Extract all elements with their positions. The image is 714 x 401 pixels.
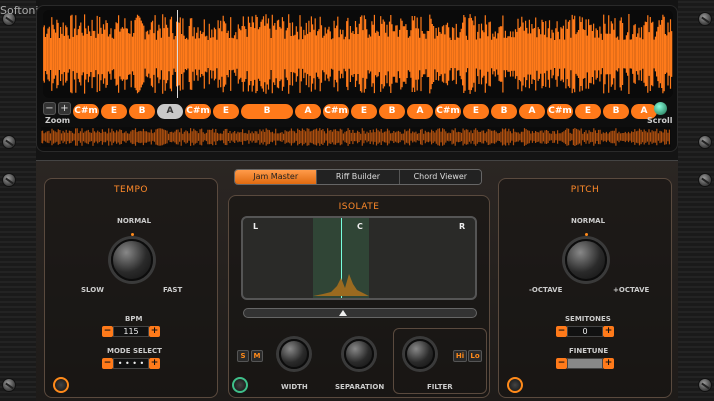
right-rack-rail bbox=[678, 0, 714, 401]
filter-label: FILTER bbox=[427, 383, 453, 391]
screw-icon bbox=[698, 12, 712, 26]
playhead[interactable] bbox=[177, 10, 178, 98]
bpm-value[interactable]: 115 bbox=[113, 326, 149, 337]
scroll-label: Scroll bbox=[647, 116, 673, 125]
chord-pill[interactable]: E bbox=[101, 104, 127, 119]
bpm-label: BPM bbox=[125, 315, 143, 323]
filter-knob[interactable] bbox=[405, 339, 435, 369]
chord-pill[interactable]: B bbox=[491, 104, 517, 119]
right-channel-label: R bbox=[459, 222, 466, 231]
width-knob[interactable] bbox=[279, 339, 309, 369]
filter-lo-button[interactable]: Lo bbox=[468, 350, 482, 362]
tempo-slow-label: SLOW bbox=[81, 286, 104, 294]
finetune-decrease-button[interactable]: − bbox=[556, 358, 567, 369]
chord-pill[interactable]: C#m bbox=[323, 104, 349, 119]
pan-slider-handle[interactable] bbox=[339, 310, 347, 316]
chord-pill[interactable]: A bbox=[519, 104, 545, 119]
finetune-label: FINETUNE bbox=[569, 347, 609, 355]
isolate-power-icon[interactable] bbox=[232, 377, 248, 393]
minus-octave-label: -OCTAVE bbox=[529, 286, 563, 294]
semitones-value[interactable]: 0 bbox=[567, 326, 603, 337]
mode-prev-button[interactable]: − bbox=[102, 358, 113, 369]
pitch-knob[interactable] bbox=[565, 239, 607, 281]
screw-icon bbox=[698, 378, 712, 392]
mode-select-stepper: − • • • • + bbox=[102, 358, 160, 369]
chord-pill[interactable]: B bbox=[603, 104, 629, 119]
screw-icon bbox=[2, 173, 16, 187]
tempo-fast-label: FAST bbox=[163, 286, 183, 294]
separation-label: SEPARATION bbox=[335, 383, 385, 391]
tempo-normal-label: NORMAL bbox=[117, 217, 152, 225]
tempo-title: TEMPO bbox=[114, 185, 148, 195]
bpm-decrease-button[interactable]: − bbox=[102, 326, 113, 337]
bpm-stepper: − 115 + bbox=[102, 326, 160, 337]
isolate-panel: ISOLATE L C R S M WIDTH SEPARATION FILTE… bbox=[228, 195, 490, 398]
chord-pill[interactable]: E bbox=[351, 104, 377, 119]
filter-hi-button[interactable]: Hi bbox=[453, 350, 467, 362]
pitch-title: PITCH bbox=[570, 185, 600, 195]
zoom-label: Zoom bbox=[45, 116, 71, 125]
waveform-panel: − + Zoom C#m E B A C#m E B A C#m E B A C#m E B A C#m E B A … bbox=[36, 5, 678, 152]
scroll-button[interactable] bbox=[654, 102, 667, 115]
chord-pill[interactable]: C#m bbox=[547, 104, 573, 119]
pitch-normal-label: NORMAL bbox=[571, 217, 606, 225]
semitones-label: SEMITONES bbox=[565, 315, 611, 323]
waveform-display[interactable] bbox=[43, 10, 673, 98]
plus-octave-label: +OCTAVE bbox=[613, 286, 650, 294]
chord-pill[interactable]: A bbox=[407, 104, 433, 119]
left-channel-label: L bbox=[253, 222, 259, 231]
isolate-title: ISOLATE bbox=[338, 202, 380, 212]
pan-slider[interactable] bbox=[243, 308, 477, 318]
mode-value[interactable]: • • • • bbox=[113, 358, 149, 369]
mode-select-label: MODE SELECT bbox=[107, 347, 162, 355]
overview-graphic bbox=[41, 128, 670, 146]
stereo-field-display[interactable]: L C R bbox=[241, 216, 477, 300]
waveform-graphic bbox=[43, 14, 673, 94]
bpm-increase-button[interactable]: + bbox=[149, 326, 160, 337]
screw-icon bbox=[698, 173, 712, 187]
semitones-decrease-button[interactable]: − bbox=[556, 326, 567, 337]
semitones-increase-button[interactable]: + bbox=[603, 326, 614, 337]
pitch-panel: PITCH NORMAL -OCTAVE +OCTAVE SEMITONES −… bbox=[498, 178, 672, 398]
finetune-increase-button[interactable]: + bbox=[603, 358, 614, 369]
chord-pill[interactable]: E bbox=[213, 104, 239, 119]
solo-button[interactable]: S bbox=[237, 350, 249, 362]
pitch-knob-marker bbox=[585, 233, 588, 236]
tempo-panel: TEMPO NORMAL SLOW FAST BPM − 115 + MODE … bbox=[44, 178, 218, 398]
screw-icon bbox=[2, 378, 16, 392]
screw-icon bbox=[2, 135, 16, 149]
mode-next-button[interactable]: + bbox=[149, 358, 160, 369]
tab-riff-builder[interactable]: Riff Builder bbox=[317, 170, 400, 184]
left-rack-rail bbox=[0, 0, 36, 401]
chord-pill[interactable]: C#m bbox=[73, 104, 99, 119]
chord-pill[interactable]: E bbox=[575, 104, 601, 119]
tab-jam-master[interactable]: Jam Master bbox=[235, 170, 318, 184]
chord-pill[interactable]: A bbox=[157, 104, 183, 119]
chord-pill[interactable]: B bbox=[129, 104, 155, 119]
screw-icon bbox=[698, 135, 712, 149]
tempo-knob[interactable] bbox=[111, 239, 153, 281]
tempo-power-icon[interactable] bbox=[53, 377, 69, 393]
tab-chord-viewer[interactable]: Chord Viewer bbox=[399, 170, 481, 184]
center-channel-label: C bbox=[357, 222, 363, 231]
chord-pill[interactable]: B bbox=[379, 104, 405, 119]
pitch-power-icon[interactable] bbox=[507, 377, 523, 393]
finetune-value[interactable] bbox=[567, 358, 603, 369]
zoom-in-button[interactable]: + bbox=[58, 102, 71, 115]
tempo-knob-marker bbox=[131, 233, 134, 236]
mode-tabs: Jam Master Riff Builder Chord Viewer bbox=[234, 169, 482, 185]
chord-pill[interactable]: A bbox=[295, 104, 321, 119]
chord-pill[interactable]: C#m bbox=[435, 104, 461, 119]
overview-waveform[interactable] bbox=[41, 127, 671, 147]
separation-knob[interactable] bbox=[344, 339, 374, 369]
mute-button[interactable]: M bbox=[251, 350, 263, 362]
zoom-out-button[interactable]: − bbox=[43, 102, 56, 115]
chord-pill[interactable]: E bbox=[463, 104, 489, 119]
control-panel: Jam Master Riff Builder Chord Viewer TEM… bbox=[36, 160, 678, 401]
chord-pill[interactable]: B bbox=[241, 104, 293, 119]
semitones-stepper: − 0 + bbox=[556, 326, 614, 337]
width-label: WIDTH bbox=[281, 383, 308, 391]
chord-pill[interactable]: C#m bbox=[185, 104, 211, 119]
finetune-stepper: − + bbox=[556, 358, 614, 369]
